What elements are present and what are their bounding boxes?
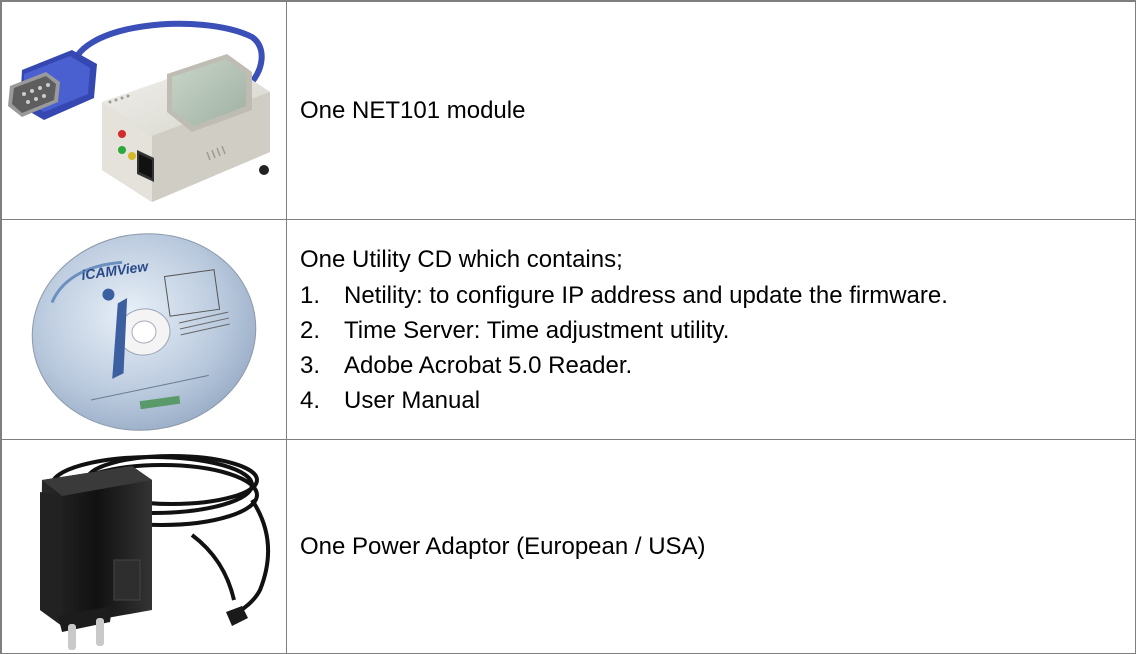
item-description: One Utility CD which contains; 1. Netilit…: [286, 219, 1136, 440]
list-item: 4. User Manual: [300, 383, 1135, 418]
table-row: iCAMView One Utility CD which contains; …: [0, 219, 1136, 440]
net101-module-icon: [8, 20, 270, 202]
power-adaptor-icon: [40, 454, 271, 650]
list-item: 2. Time Server: Time adjustment utility.: [300, 313, 1135, 348]
list-item: 3. Adobe Acrobat 5.0 Reader.: [300, 348, 1135, 383]
list-number: 1.: [300, 281, 321, 309]
image-cell: [0, 439, 287, 654]
utility-cd-label: One Utility CD which contains;: [300, 245, 623, 273]
table-row: One Power Adaptor (European / USA): [0, 439, 1136, 654]
list-item: 1. Netility: to configure IP address and …: [300, 278, 1135, 313]
image-cell: iCAMView: [0, 219, 287, 440]
utility-cd-icon: iCAMView: [31, 233, 257, 431]
image-cell: [0, 0, 287, 220]
list-number: 3.: [300, 351, 321, 379]
item-description: One Power Adaptor (European / USA): [286, 439, 1136, 654]
list-text: User Manual: [344, 386, 481, 414]
list-text: Netility: to configure IP address and up…: [344, 281, 948, 309]
list-number: 4.: [300, 386, 321, 414]
table-row: One NET101 module: [0, 0, 1136, 220]
item-description: One NET101 module: [286, 0, 1136, 220]
package-contents-table: One NET101 module iCAMView One Utility C…: [0, 0, 1136, 654]
cd-contents-list: 1. Netility: to configure IP address and …: [300, 278, 1135, 418]
net101-module-label: One NET101 module: [300, 97, 526, 124]
power-adaptor-label: One Power Adaptor (European / USA): [300, 533, 706, 560]
list-text: Adobe Acrobat 5.0 Reader.: [344, 351, 633, 379]
list-text: Time Server: Time adjustment utility.: [344, 316, 730, 344]
list-number: 2.: [300, 316, 321, 344]
